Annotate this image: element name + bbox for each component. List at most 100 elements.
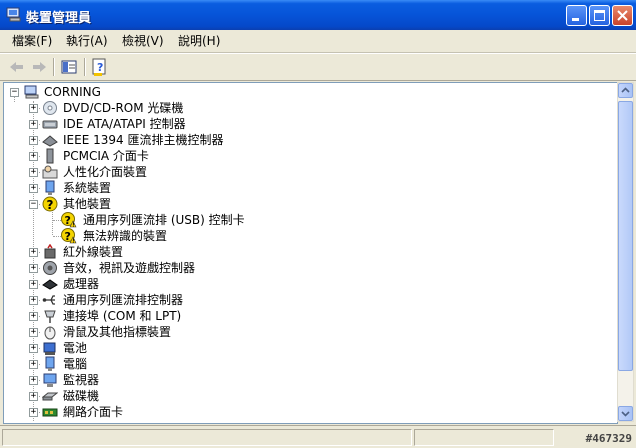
- expand-toggle[interactable]: +: [29, 296, 38, 305]
- vertical-scrollbar[interactable]: [617, 82, 634, 422]
- tree-item-label: 滑鼠及其他指標裝置: [63, 325, 172, 339]
- tree-item-label: 音效，視訊及遊戲控制器: [63, 261, 196, 275]
- menu-bar: 檔案(F) 執行(A) 檢視(V) 說明(H): [0, 30, 636, 53]
- watermark-text: #467329: [585, 432, 632, 445]
- tree-item-label: 電池: [63, 341, 88, 355]
- battery-icon: [43, 342, 56, 355]
- status-cell: [414, 429, 554, 446]
- tree-item-monitor[interactable]: + 監視器: [4, 372, 604, 388]
- expand-toggle[interactable]: +: [29, 360, 38, 369]
- minimize-button[interactable]: [566, 5, 587, 26]
- collapse-toggle[interactable]: −: [29, 200, 38, 209]
- scroll-up-button[interactable]: [618, 83, 633, 98]
- tree-item-label: 紅外線裝置: [63, 245, 124, 259]
- tree-item-pcmcia[interactable]: + PCMCIA 介面卡: [4, 148, 604, 164]
- tree-root-row[interactable]: − CORNING: [4, 84, 604, 100]
- tree-subitem-unknown-device[interactable]: ?! 無法辨識的裝置: [4, 228, 604, 244]
- tree-item-ports[interactable]: + 連接埠 (COM 和 LPT): [4, 308, 604, 324]
- system-device-icon: [45, 180, 55, 195]
- disk-drive-icon: [42, 392, 58, 401]
- device-manager-window: 裝置管理員 檔案(F) 執行(A) 檢視(V) 說明(H) ? − CORNIN…: [0, 0, 636, 448]
- tree-item-label: 無法辨識的裝置: [83, 229, 168, 243]
- device-manager-icon: [6, 7, 21, 22]
- expand-toggle[interactable]: +: [29, 184, 38, 193]
- expand-toggle[interactable]: +: [29, 248, 38, 257]
- computer-icon: [24, 85, 39, 99]
- expand-toggle[interactable]: +: [29, 376, 38, 385]
- title-bar[interactable]: 裝置管理員: [0, 0, 636, 30]
- tree-item-disk-drive[interactable]: + 磁碟機: [4, 388, 604, 404]
- close-button[interactable]: [612, 5, 633, 26]
- hid-icon: [42, 165, 58, 179]
- device-tree[interactable]: − CORNING + DVD/CD-ROM 光碟機 + IDE ATA/ATA…: [3, 82, 618, 424]
- infrared-icon: [44, 244, 56, 259]
- mouse-icon: [44, 326, 56, 340]
- unknown-device-icon: ?: [42, 196, 58, 212]
- tree-item-ide[interactable]: + IDE ATA/ATAPI 控制器: [4, 116, 604, 132]
- close-icon: [617, 10, 628, 21]
- tree-item-label: 磁碟機: [63, 389, 100, 403]
- tree-item-battery[interactable]: + 電池: [4, 340, 604, 356]
- expand-toggle[interactable]: +: [29, 120, 38, 129]
- tree-item-mouse[interactable]: + 滑鼠及其他指標裝置: [4, 324, 604, 340]
- tree-item-label: 通用序列匯流排控制器: [63, 293, 184, 307]
- tree-root-label: CORNING: [44, 85, 101, 99]
- scroll-thumb[interactable]: [618, 101, 633, 371]
- tree-item-other-devices[interactable]: − ? 其他裝置: [4, 196, 604, 212]
- maximize-button[interactable]: [589, 5, 610, 26]
- expand-toggle[interactable]: +: [29, 408, 38, 417]
- expand-toggle[interactable]: +: [29, 344, 38, 353]
- back-arrow-icon[interactable]: [6, 56, 28, 78]
- toolbar: ?: [0, 53, 636, 81]
- scroll-down-button[interactable]: [618, 406, 633, 421]
- expand-toggle[interactable]: +: [29, 312, 38, 321]
- tree-item-infrared[interactable]: + 紅外線裝置: [4, 244, 604, 260]
- status-bar: #467329: [0, 425, 636, 448]
- window-title: 裝置管理員: [26, 11, 92, 26]
- tree-item-hid[interactable]: + 人性化介面裝置: [4, 164, 604, 180]
- menu-view[interactable]: 檢視(V): [120, 33, 166, 49]
- tree-item-label: 系統裝置: [63, 181, 112, 195]
- processor-icon: [42, 279, 58, 290]
- expand-toggle[interactable]: +: [29, 264, 38, 273]
- show-hide-console-tree-icon[interactable]: [58, 56, 80, 78]
- expand-toggle[interactable]: +: [29, 152, 38, 161]
- tree-item-label: 通用序列匯流排 (USB) 控制卡: [83, 213, 245, 227]
- menu-help[interactable]: 說明(H): [176, 33, 222, 49]
- tree-item-label: 其他裝置: [63, 197, 112, 211]
- chevron-up-icon: [621, 87, 630, 93]
- tree-item-computer[interactable]: + 電腦: [4, 356, 604, 372]
- minimize-icon: [572, 18, 579, 21]
- tree-item-network[interactable]: + 網路介面卡: [4, 404, 604, 420]
- tree-connector: [53, 220, 61, 221]
- warning-icon: ?!: [61, 228, 77, 244]
- expand-toggle[interactable]: +: [29, 136, 38, 145]
- status-cell: [2, 429, 412, 446]
- forward-arrow-icon[interactable]: [28, 56, 50, 78]
- tree-item-label: 電腦: [63, 357, 88, 371]
- properties-icon[interactable]: ?: [89, 56, 111, 78]
- tree-item-sound[interactable]: + 音效，視訊及遊戲控制器: [4, 260, 604, 276]
- svg-text:?: ?: [97, 61, 103, 74]
- network-adapter-icon: [42, 408, 58, 417]
- expand-toggle[interactable]: +: [29, 104, 38, 113]
- tree-item-processor[interactable]: + 處理器: [4, 276, 604, 292]
- tree-item-dvd[interactable]: + DVD/CD-ROM 光碟機: [4, 100, 604, 116]
- pcmcia-icon: [46, 148, 54, 164]
- tree-item-label: IEEE 1394 匯流排主機控制器: [63, 133, 224, 147]
- tree-item-label: PCMCIA 介面卡: [63, 149, 149, 163]
- expand-toggle[interactable]: +: [29, 280, 38, 289]
- collapse-toggle[interactable]: −: [10, 88, 19, 97]
- menu-file[interactable]: 檔案(F): [10, 33, 54, 49]
- expand-toggle[interactable]: +: [29, 328, 38, 337]
- expand-toggle[interactable]: +: [29, 168, 38, 177]
- tree-subitem-usb-controller[interactable]: ?! 通用序列匯流排 (USB) 控制卡: [4, 212, 604, 228]
- menu-action[interactable]: 執行(A): [64, 33, 110, 49]
- tree-connector: [53, 236, 61, 237]
- tree-item-system[interactable]: + 系統裝置: [4, 180, 604, 196]
- svg-text:?: ?: [47, 198, 54, 212]
- tree-item-label: 處理器: [63, 277, 100, 291]
- expand-toggle[interactable]: +: [29, 392, 38, 401]
- tree-item-usb[interactable]: + 通用序列匯流排控制器: [4, 292, 604, 308]
- tree-item-ieee1394[interactable]: + IEEE 1394 匯流排主機控制器: [4, 132, 604, 148]
